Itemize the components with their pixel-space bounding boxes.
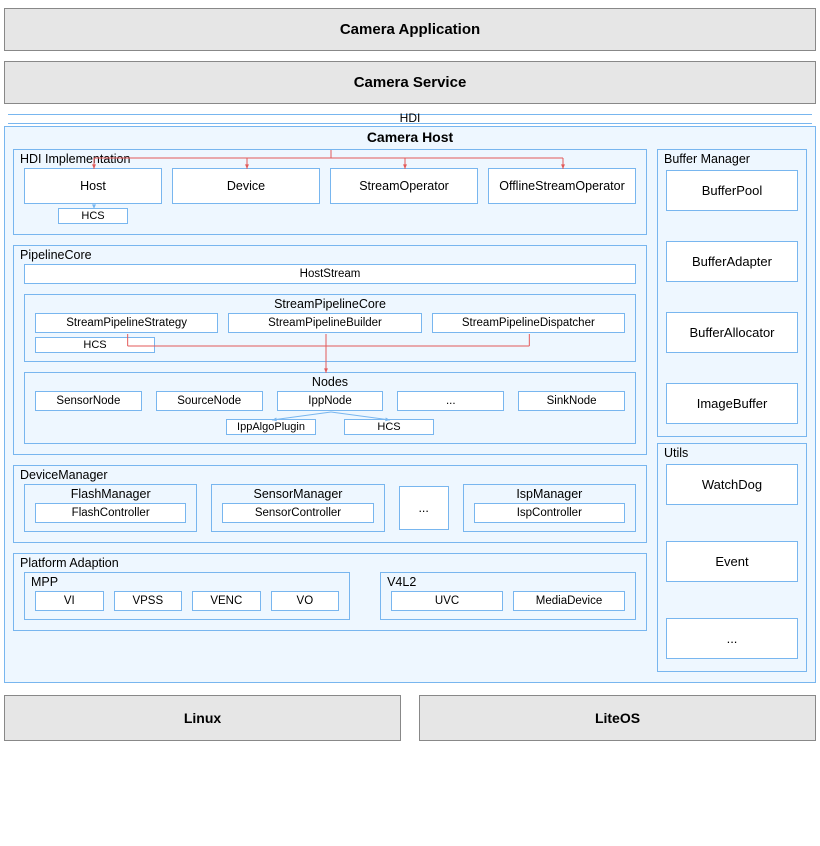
flash-manager-label: FlashManager: [25, 487, 196, 501]
utils-dots-item: ...: [666, 618, 798, 659]
sink-node-item: SinkNode: [518, 391, 625, 411]
flash-controller-item: FlashController: [35, 503, 186, 523]
nodes-hcs-item: HCS: [344, 419, 434, 435]
watchdog-item: WatchDog: [666, 464, 798, 505]
ipp-algo-plugin-item: IppAlgoPlugin: [226, 419, 316, 435]
buffer-manager-label: Buffer Manager: [664, 152, 750, 166]
device-manager-dots-item: ...: [399, 486, 449, 530]
buffer-pool-item: BufferPool: [666, 170, 798, 211]
isp-manager-group: IspManager IspController: [463, 484, 636, 532]
sensor-manager-label: SensorManager: [212, 487, 383, 501]
uvc-item: UVC: [391, 591, 503, 611]
media-device-item: MediaDevice: [513, 591, 625, 611]
camera-host-title: Camera Host: [13, 127, 807, 149]
device-item: Device: [172, 168, 320, 204]
liteos-box: LiteOS: [419, 695, 816, 741]
nodes-label: Nodes: [25, 375, 635, 389]
platform-adaption-label: Platform Adaption: [20, 556, 119, 570]
sensor-manager-group: SensorManager SensorController: [211, 484, 384, 532]
camera-application-box: Camera Application: [4, 8, 816, 51]
spc-hcs-item: HCS: [35, 337, 155, 353]
camera-host-container: Camera Host HDI Implementation Host HCS …: [4, 126, 816, 683]
dots-node-item: ...: [397, 391, 504, 411]
nodes-group: Nodes SensorNode SourceNode IppNode ... …: [24, 372, 636, 444]
sensor-controller-item: SensorController: [222, 503, 373, 523]
stream-pipeline-core-group: StreamPipelineCore StreamPipelineStrateg…: [24, 294, 636, 362]
buffer-allocator-item: BufferAllocator: [666, 312, 798, 353]
hdi-impl-label: HDI Implementation: [20, 152, 130, 166]
pipeline-core-label: PipelineCore: [20, 248, 92, 262]
buffer-manager-group: Buffer Manager BufferPool BufferAdapter …: [657, 149, 807, 437]
isp-controller-item: IspController: [474, 503, 625, 523]
stream-operator-item: StreamOperator: [330, 168, 478, 204]
device-manager-group: DeviceManager FlashManager FlashControll…: [13, 465, 647, 543]
mpp-label: MPP: [31, 575, 58, 589]
vi-item: VI: [35, 591, 104, 611]
venc-item: VENC: [192, 591, 261, 611]
buffer-adapter-item: BufferAdapter: [666, 241, 798, 282]
stream-pipeline-core-label: StreamPipelineCore: [25, 297, 635, 311]
event-item: Event: [666, 541, 798, 582]
flash-manager-group: FlashManager FlashController: [24, 484, 197, 532]
hdi-label: HDI: [4, 111, 816, 125]
stream-pipeline-strategy-item: StreamPipelineStrategy: [35, 313, 218, 333]
camera-service-box: Camera Service: [4, 61, 816, 104]
mpp-group: MPP VI VPSS VENC VO: [24, 572, 350, 620]
offline-stream-operator-item: OfflineStreamOperator: [488, 168, 636, 204]
hdi-implementation-group: HDI Implementation Host HCS Device Strea…: [13, 149, 647, 235]
vpss-item: VPSS: [114, 591, 183, 611]
source-node-item: SourceNode: [156, 391, 263, 411]
stream-pipeline-builder-item: StreamPipelineBuilder: [228, 313, 421, 333]
linux-box: Linux: [4, 695, 401, 741]
vo-item: VO: [271, 591, 340, 611]
utils-label: Utils: [664, 446, 688, 460]
host-stream-item: HostStream: [24, 264, 636, 284]
isp-manager-label: IspManager: [464, 487, 635, 501]
hcs-item: HCS: [58, 208, 128, 224]
v4l2-group: V4L2 UVC MediaDevice: [380, 572, 636, 620]
v4l2-label: V4L2: [387, 575, 416, 589]
utils-group: Utils WatchDog Event ...: [657, 443, 807, 672]
platform-adaption-group: Platform Adaption MPP VI VPSS VENC VO V4…: [13, 553, 647, 631]
pipeline-core-group: PipelineCore HostStream StreamPipelineCo…: [13, 245, 647, 455]
sensor-node-item: SensorNode: [35, 391, 142, 411]
ipp-node-item: IppNode: [277, 391, 384, 411]
device-manager-label: DeviceManager: [20, 468, 108, 482]
stream-pipeline-dispatcher-item: StreamPipelineDispatcher: [432, 313, 625, 333]
host-item: Host: [24, 168, 162, 204]
image-buffer-item: ImageBuffer: [666, 383, 798, 424]
